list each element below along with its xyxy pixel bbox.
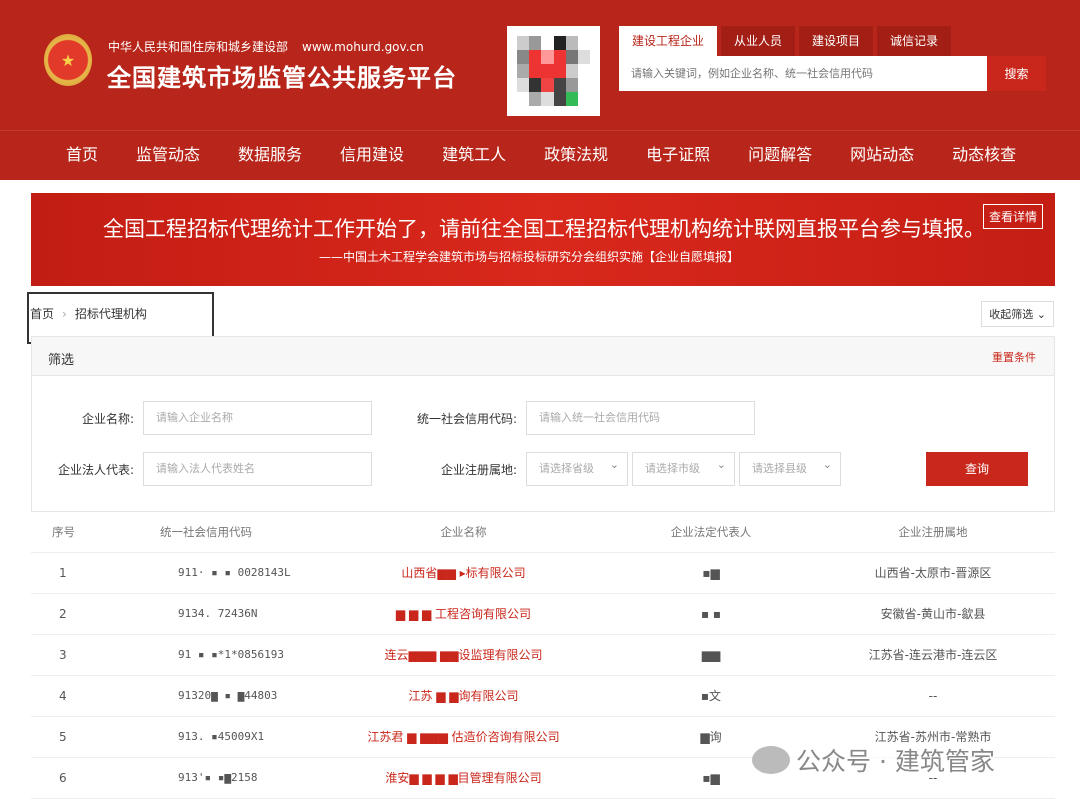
query-button[interactable]: 查询: [926, 452, 1028, 486]
county-select[interactable]: 请选择县级: [739, 452, 841, 486]
row-index: 4: [31, 675, 96, 716]
legal-rep-label: 企业法人代表:: [40, 461, 134, 478]
announcement-banner[interactable]: 全国工程招标代理统计工作开始了，请前往全国工程招标代理机构统计联网直报平台参与填…: [31, 193, 1055, 286]
col-company-name: 企业名称: [316, 512, 611, 552]
row-region: 安徽省-黄山市-歙县: [811, 593, 1055, 634]
row-index: 5: [31, 716, 96, 757]
row-index: 1: [31, 552, 96, 593]
watermark-text: 公众号 · 建筑管家: [796, 742, 995, 778]
city-select[interactable]: 请选择市级: [632, 452, 735, 486]
qr-code-icon: [507, 26, 600, 116]
legal-rep-input[interactable]: 请输入法人代表姓名: [143, 452, 372, 486]
region-label: 企业注册属地:: [400, 461, 517, 478]
banner-subtitle: ——中国土木工程学会建筑市场与招标投标研究分会组织实施【企业自愿填报】: [319, 248, 739, 265]
company-name-input[interactable]: 请输入企业名称: [143, 401, 372, 435]
site-url[interactable]: www.mohurd.gov.cn: [302, 40, 424, 54]
credit-code-input[interactable]: 请输入统一社会信用代码: [526, 401, 755, 435]
row-company-name[interactable]: 山西省▆▆ ▸标有限公司: [316, 552, 611, 593]
row-credit-code: 9134. 72436N: [96, 593, 316, 634]
site-header: ★ 中华人民共和国住房和城乡建设部 www.mohurd.gov.cn 全国建筑市…: [0, 0, 1080, 180]
nav-certificates[interactable]: 电子证照: [646, 131, 710, 180]
nav-verification[interactable]: 动态核查: [952, 131, 1016, 180]
row-company-name[interactable]: 江苏 ▆ ▆询有限公司: [316, 675, 611, 716]
search-tab-enterprise[interactable]: 建设工程企业: [619, 26, 717, 56]
province-select[interactable]: 请选择省级: [526, 452, 628, 486]
col-legal-rep: 企业法定代表人: [611, 512, 811, 552]
row-index: 3: [31, 634, 96, 675]
watermark: 公众号 · 建筑管家: [752, 742, 995, 778]
row-company-name[interactable]: 连云▆▆▆ ▆▆设监理有限公司: [316, 634, 611, 675]
row-index: 2: [31, 593, 96, 634]
collapse-filter-button[interactable]: 收起筛选 ⌄: [981, 301, 1054, 327]
row-region: 山西省-太原市-晋源区: [811, 552, 1055, 593]
row-legal-rep: ▪ ▪: [611, 593, 811, 634]
nav-home[interactable]: 首页: [66, 131, 98, 180]
row-company-name[interactable]: 江苏君 ▆ ▆▆▆ 估造价咨询有限公司: [316, 716, 611, 757]
row-legal-rep: ▆▆: [611, 634, 811, 675]
table-row: 391 ▪ ▪*1*0856193连云▆▆▆ ▆▆设监理有限公司▆▆江苏省-连云…: [31, 634, 1055, 675]
nav-supervision[interactable]: 监管动态: [136, 131, 200, 180]
chevron-right-icon: ›: [62, 307, 67, 321]
main-nav: 首页 监管动态 数据服务 信用建设 建筑工人 政策法规 电子证照 问题解答 网站…: [0, 130, 1080, 180]
table-row: 491320▆ ▪ ▆44803江苏 ▆ ▆询有限公司▪文--: [31, 675, 1055, 716]
collapse-filter-label: 收起筛选: [989, 308, 1033, 321]
national-emblem-icon: ★: [44, 34, 92, 86]
table-row: 29134. 72436N▆ ▆ ▆ 工程咨询有限公司▪ ▪安徽省-黄山市-歙县: [31, 593, 1055, 634]
row-legal-rep: ▪▆: [611, 552, 811, 593]
search-panel: 建设工程企业 从业人员 建设项目 诚信记录 搜索: [619, 26, 1046, 91]
search-tab-personnel[interactable]: 从业人员: [721, 26, 795, 56]
nav-data[interactable]: 数据服务: [238, 131, 302, 180]
chevron-down-icon: ⌄: [1037, 308, 1046, 321]
row-credit-code: 91320▆ ▪ ▆44803: [96, 675, 316, 716]
credit-code-label: 统一社会信用代码:: [380, 410, 517, 427]
ministry-name: 中华人民共和国住房和城乡建设部: [108, 40, 288, 54]
search-button[interactable]: 搜索: [987, 56, 1046, 91]
nav-workers[interactable]: 建筑工人: [442, 131, 506, 180]
row-index: 6: [31, 757, 96, 798]
search-input[interactable]: [619, 56, 987, 91]
row-company-name[interactable]: ▆ ▆ ▆ 工程咨询有限公司: [316, 593, 611, 634]
row-credit-code: 913. ▪45009X1: [96, 716, 316, 757]
row-company-name[interactable]: 淮安▆ ▆ ▆ ▆目管理有限公司: [316, 757, 611, 798]
search-tab-credit[interactable]: 诚信记录: [877, 26, 951, 56]
search-tab-projects[interactable]: 建设项目: [799, 26, 873, 56]
row-credit-code: 911· ▪ ▪ 0028143L: [96, 552, 316, 593]
row-region: 江苏省-连云港市-连云区: [811, 634, 1055, 675]
nav-faq[interactable]: 问题解答: [748, 131, 812, 180]
row-legal-rep: ▪文: [611, 675, 811, 716]
reset-button[interactable]: 重置条件: [992, 349, 1036, 365]
breadcrumb: 首页 › 招标代理机构: [30, 305, 147, 322]
row-credit-code: 91 ▪ ▪*1*0856193: [96, 634, 316, 675]
company-name-label: 企业名称:: [40, 410, 134, 427]
col-index: 序号: [31, 512, 96, 552]
breadcrumb-current: 招标代理机构: [75, 307, 147, 321]
row-credit-code: 913'▪ ▪▆2158: [96, 757, 316, 798]
breadcrumb-home[interactable]: 首页: [30, 307, 54, 321]
wechat-icon: [752, 746, 790, 774]
table-row: 1911· ▪ ▪ 0028143L山西省▆▆ ▸标有限公司▪▆山西省-太原市-…: [31, 552, 1055, 593]
nav-policy[interactable]: 政策法规: [544, 131, 608, 180]
nav-news[interactable]: 网站动态: [850, 131, 914, 180]
filter-title: 筛选: [48, 353, 74, 368]
banner-details-button[interactable]: 查看详情: [983, 204, 1043, 229]
nav-credit[interactable]: 信用建设: [340, 131, 404, 180]
banner-headline: 全国工程招标代理统计工作开始了，请前往全国工程招标代理机构统计联网直报平台参与填…: [103, 213, 985, 243]
ministry-line: 中华人民共和国住房和城乡建设部 www.mohurd.gov.cn: [108, 38, 424, 55]
col-region: 企业注册属地: [811, 512, 1055, 552]
col-credit-code: 统一社会信用代码: [96, 512, 316, 552]
site-title: 全国建筑市场监管公共服务平台: [107, 58, 457, 93]
row-region: --: [811, 675, 1055, 716]
